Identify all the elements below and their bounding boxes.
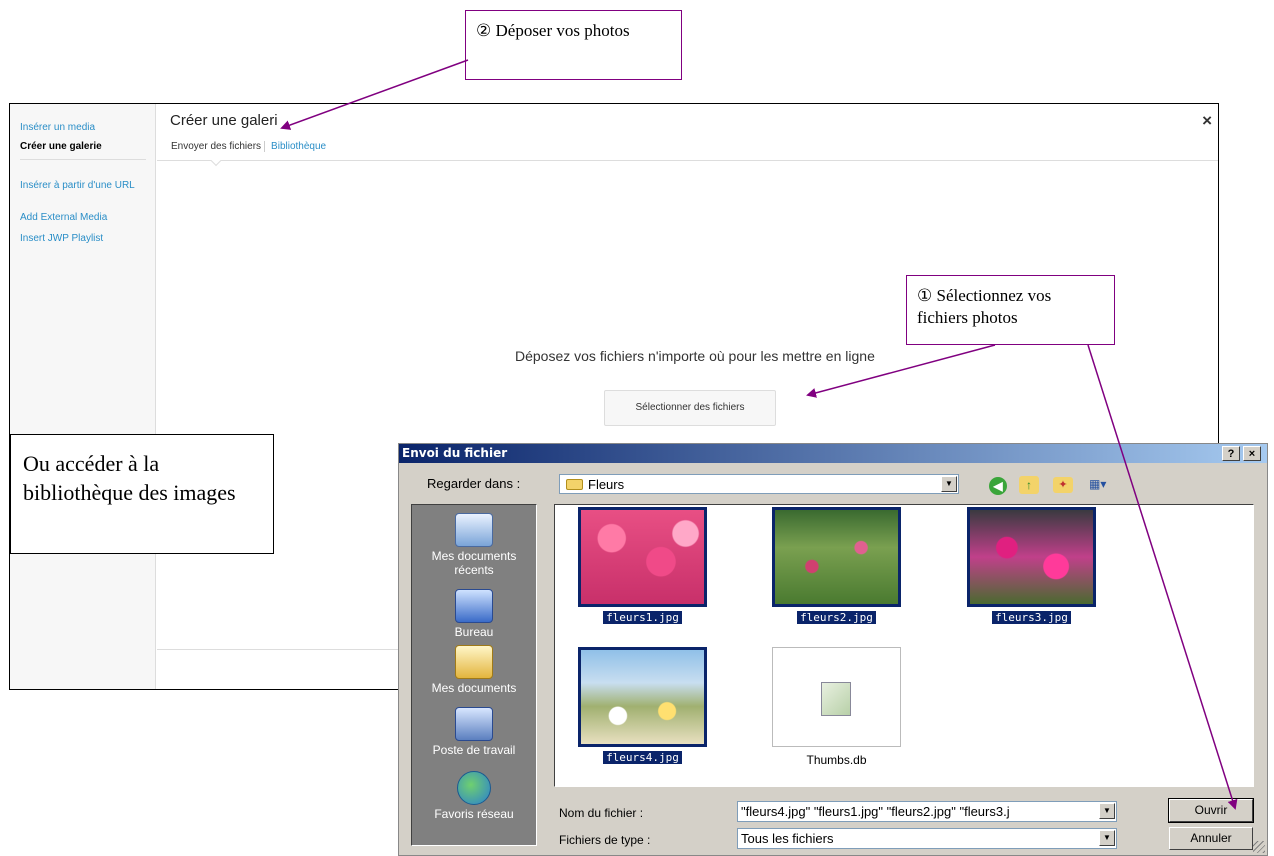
help-button[interactable]: ?	[1222, 446, 1240, 461]
dialog-close-button[interactable]: ×	[1243, 446, 1261, 461]
chevron-down-icon[interactable]: ▼	[941, 476, 957, 492]
menu-add-external-media[interactable]: Add External Media	[10, 211, 107, 224]
file-item[interactable]: fleurs3.jpg	[964, 507, 1099, 624]
select-files-button[interactable]: Sélectionner des fichiers	[604, 390, 776, 426]
file-name: fleurs4.jpg	[603, 751, 682, 764]
views-menu-icon[interactable]: ▦▾	[1089, 477, 1115, 493]
place-label: Favoris réseau	[434, 807, 514, 821]
callout-select-files: ① Sélectionnez vos fichiers photos	[906, 275, 1115, 345]
computer-icon	[455, 707, 493, 741]
place-label: Bureau	[454, 625, 494, 639]
chevron-down-icon[interactable]: ▼	[1099, 803, 1115, 819]
desktop-icon	[455, 589, 493, 623]
file-item[interactable]: fleurs4.jpg	[575, 647, 710, 764]
image-thumbnail	[967, 507, 1096, 607]
filetype-label: Fichiers de type :	[559, 833, 651, 847]
network-globe-icon	[457, 771, 491, 805]
image-thumbnail	[772, 507, 901, 607]
drop-zone-instructions: Déposez vos fichiers n'importe où pour l…	[515, 348, 875, 364]
file-list[interactable]: fleurs1.jpg fleurs2.jpg fleurs3.jpg fleu…	[554, 504, 1254, 787]
file-name: fleurs3.jpg	[992, 611, 1071, 624]
callout-drop-photos: ② Déposer vos photos	[465, 10, 682, 80]
image-thumbnail	[578, 507, 707, 607]
modal-tabs: Envoyer des fichiers Bibliothèque	[171, 141, 327, 152]
place-label: Poste de travail	[432, 743, 516, 757]
tabs-divider	[157, 160, 1218, 161]
place-recent-documents[interactable]: Mes documents récents	[412, 513, 536, 577]
tab-upload-files[interactable]: Envoyer des fichiers	[171, 141, 261, 152]
file-item[interactable]: Thumbs.db	[769, 647, 904, 767]
look-in-dropdown[interactable]: Fleurs ▼	[559, 474, 959, 494]
tab-pointer-caret	[210, 160, 222, 172]
resize-grip[interactable]	[1253, 841, 1265, 853]
menu-create-gallery[interactable]: Créer une galerie	[10, 140, 102, 153]
folder-up-icon[interactable]: ↑	[1019, 476, 1039, 494]
folder-icon	[566, 479, 583, 490]
menu-insert-from-url[interactable]: Insérer à partir d'une URL	[10, 179, 140, 192]
look-in-value: Fleurs	[588, 477, 625, 492]
recent-documents-icon	[455, 513, 493, 547]
back-icon[interactable]: ◀	[989, 477, 1007, 495]
tab-library[interactable]: Bibliothèque	[264, 141, 327, 152]
place-my-documents[interactable]: Mes documents	[412, 645, 536, 695]
callout-library: Ou accéder à la bibliothèque des images	[10, 434, 274, 554]
filetype-dropdown[interactable]: Tous les fichiers ▼	[737, 828, 1117, 849]
open-button[interactable]: Ouvrir	[1168, 798, 1254, 823]
place-network[interactable]: Favoris réseau	[412, 771, 536, 821]
look-in-label: Regarder dans :	[427, 476, 521, 491]
menu-separator	[20, 159, 146, 160]
menu-insert-jwp-playlist[interactable]: Insert JWP Playlist	[10, 232, 103, 245]
image-thumbnail	[578, 647, 707, 747]
filename-value: "fleurs4.jpg" "fleurs1.jpg" "fleurs2.jpg…	[741, 804, 1010, 819]
place-desktop[interactable]: Bureau	[412, 589, 536, 639]
place-label: Mes documents récents	[431, 549, 517, 577]
dialog-titlebar[interactable]: Envoi du fichier ? ×	[399, 444, 1267, 463]
modal-title: Créer une galeri	[170, 112, 278, 129]
new-folder-icon[interactable]: ✦	[1053, 477, 1073, 493]
filename-label: Nom du fichier :	[559, 806, 644, 820]
close-icon[interactable]: ×	[1202, 111, 1212, 131]
file-item[interactable]: fleurs2.jpg	[769, 507, 904, 624]
database-file-icon	[772, 647, 901, 747]
place-label: Mes documents	[431, 681, 517, 695]
places-bar: Mes documents récents Bureau Mes documen…	[411, 504, 537, 846]
file-item[interactable]: fleurs1.jpg	[575, 507, 710, 624]
dialog-title: Envoi du fichier	[402, 446, 508, 460]
menu-insert-media[interactable]: Insérer un media	[10, 121, 95, 134]
filetype-value: Tous les fichiers	[741, 831, 834, 846]
filename-input[interactable]: "fleurs4.jpg" "fleurs1.jpg" "fleurs2.jpg…	[737, 801, 1117, 822]
place-my-computer[interactable]: Poste de travail	[412, 707, 536, 757]
chevron-down-icon[interactable]: ▼	[1099, 830, 1115, 846]
file-name: fleurs1.jpg	[603, 611, 682, 624]
cancel-button[interactable]: Annuler	[1169, 827, 1253, 850]
media-sidebar: Insérer un media Créer une galerie Insér…	[10, 104, 156, 689]
file-name: Thumbs.db	[806, 753, 867, 767]
file-name: fleurs2.jpg	[797, 611, 876, 624]
file-upload-dialog: Envoi du fichier ? × Regarder dans : Fle…	[398, 443, 1268, 856]
documents-folder-icon	[455, 645, 493, 679]
